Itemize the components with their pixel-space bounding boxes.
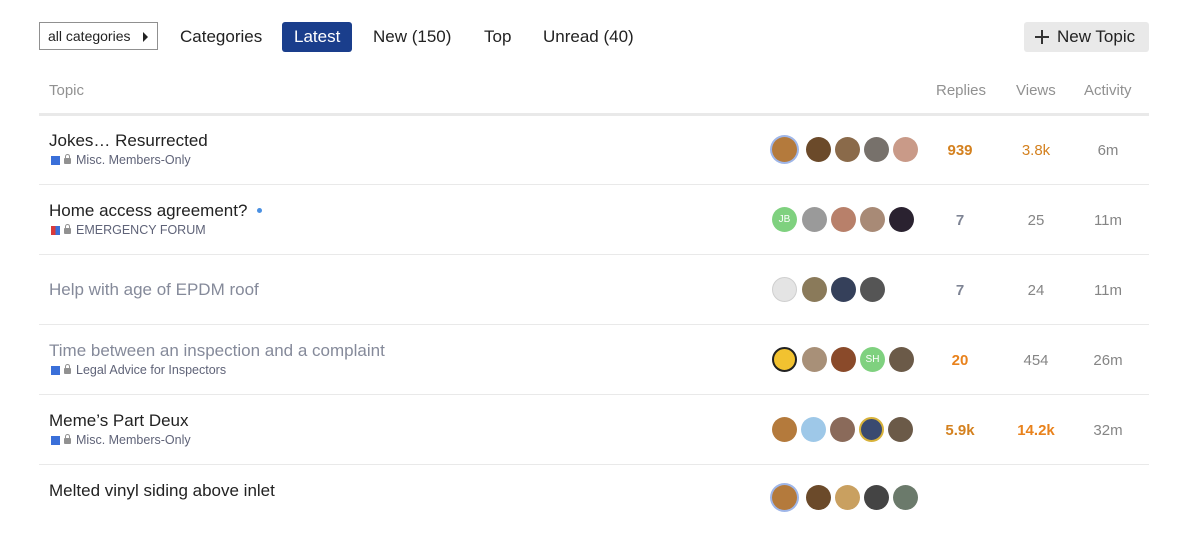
caret-right-icon [143,32,148,42]
nav-categories[interactable]: Categories [180,22,262,52]
category-color-badge [51,366,60,375]
topic-title[interactable]: Help with age of EPDM roof [49,280,259,300]
topic-category[interactable]: EMERGENCY FORUM [51,223,206,237]
avatar[interactable] [859,417,884,442]
avatar[interactable] [772,485,797,510]
category-color-badge [51,436,60,445]
topic-row[interactable]: Jokes… Resurrected Misc. Members-Only 93… [39,115,1149,185]
lock-icon [64,364,71,374]
avatar[interactable] [864,485,889,510]
activity-time[interactable]: 11m [1078,212,1138,229]
avatar[interactable] [772,347,797,372]
avatar[interactable] [830,417,855,442]
avatar[interactable] [893,485,918,510]
avatar[interactable] [806,137,831,162]
replies-count[interactable]: 7 [930,282,990,299]
avatar[interactable] [860,277,885,302]
avatar[interactable]: JB [772,207,797,232]
category-color-badge [51,156,60,165]
avatar[interactable] [806,485,831,510]
nav-top[interactable]: Top [484,22,511,52]
views-count: 24 [1027,282,1045,299]
column-views[interactable]: Views [1016,82,1056,99]
activity-time[interactable]: 26m [1078,352,1138,369]
views-count: 25 [1027,212,1045,229]
unread-dot-icon [257,208,263,213]
category-color-badge [51,226,60,235]
column-replies[interactable]: Replies [936,82,986,99]
lock-icon [64,154,71,164]
replies-count[interactable]: 5.9k [930,422,990,439]
avatar[interactable] [772,277,797,302]
lock-icon [64,434,71,444]
avatar[interactable] [831,207,856,232]
avatar[interactable] [889,347,914,372]
avatar[interactable]: SH [860,347,885,372]
avatar[interactable] [893,137,918,162]
category-dropdown[interactable]: all categories [39,22,158,50]
new-topic-button[interactable]: New Topic [1024,22,1149,52]
new-topic-label: New Topic [1057,27,1136,46]
lock-icon [64,224,71,234]
activity-time[interactable]: 6m [1078,142,1138,159]
category-name: Misc. Members-Only [76,153,191,167]
topic-title[interactable]: Meme’s Part Deux [49,411,189,431]
avatar[interactable] [831,347,856,372]
topic-row[interactable]: Home access agreement? EMERGENCY FORUM J… [39,185,1149,255]
column-activity[interactable]: Activity [1084,82,1132,99]
replies-count[interactable]: 939 [930,142,990,159]
avatar[interactable] [888,417,913,442]
topic-title[interactable]: Time between an inspection and a complai… [49,341,385,361]
avatar[interactable] [831,277,856,302]
nav-unread[interactable]: Unread (40) [543,22,634,52]
avatar[interactable] [802,277,827,302]
topic-title[interactable]: Jokes… Resurrected [49,131,208,151]
views-count: 454 [1023,352,1049,369]
avatar[interactable] [802,207,827,232]
topic-navigation: all categories Categories Latest New (15… [39,22,1149,54]
topic-row[interactable]: Meme’s Part Deux Misc. Members-Only 5.9k… [39,395,1149,465]
topic-list-header: Topic Replies Views Activity [39,70,1149,116]
views-count: 3.8k [1021,142,1051,159]
avatar[interactable] [835,137,860,162]
nav-latest[interactable]: Latest [282,22,353,52]
avatar[interactable] [802,347,827,372]
category-name: Legal Advice for Inspectors [76,363,227,377]
views-count: 14.2k [1017,422,1055,439]
replies-count[interactable]: 20 [930,352,990,369]
topic-title-text: Home access agreement? [49,201,248,220]
topic-row[interactable]: Time between an inspection and a complai… [39,325,1149,395]
topic-category[interactable]: Legal Advice for Inspectors [51,363,226,377]
topic-title[interactable]: Melted vinyl siding above inlet [49,481,275,501]
column-topic[interactable]: Topic [49,82,84,99]
activity-time[interactable]: 32m [1078,422,1138,439]
category-name: Misc. Members-Only [76,433,191,447]
topic-title[interactable]: Home access agreement? [49,201,263,221]
avatar[interactable] [889,207,914,232]
nav-new[interactable]: New (150) [373,22,451,52]
avatar[interactable] [772,137,797,162]
plus-icon [1035,30,1049,44]
topic-row[interactable]: Melted vinyl siding above inlet [39,465,1149,535]
avatar[interactable] [864,137,889,162]
replies-count[interactable]: 7 [930,212,990,229]
avatar[interactable] [772,417,797,442]
avatar[interactable] [801,417,826,442]
activity-time[interactable]: 11m [1078,282,1138,299]
topic-category[interactable]: Misc. Members-Only [51,153,191,167]
topic-category[interactable]: Misc. Members-Only [51,433,191,447]
category-dropdown-label: all categories [48,28,131,44]
category-name: EMERGENCY FORUM [76,223,206,237]
topic-row[interactable]: Help with age of EPDM roof 7 24 11m [39,255,1149,325]
avatar[interactable] [860,207,885,232]
avatar[interactable] [835,485,860,510]
